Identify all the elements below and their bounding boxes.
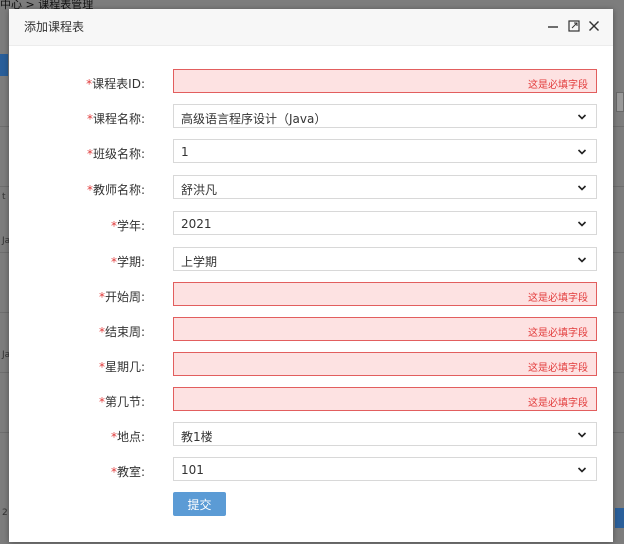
- row-schedule-id: *课程表ID: 这是必填字段: [9, 69, 613, 95]
- school-year-select[interactable]: 2021: [173, 211, 597, 235]
- row-period: *第几节: 这是必填字段: [9, 387, 613, 413]
- row-class-name: *班级名称: 1: [9, 139, 613, 165]
- error-message: 这是必填字段: [528, 398, 588, 409]
- field-label: *课程名称:: [86, 112, 145, 126]
- row-classroom: *教室: 101: [9, 457, 613, 483]
- selected-value: 舒洪凡: [181, 183, 218, 197]
- row-course-name: *课程名称: 高级语言程序设计（Java）: [9, 104, 613, 130]
- background-search-box: [616, 92, 624, 112]
- schedule-id-input[interactable]: 这是必填字段: [173, 69, 597, 93]
- dialog-header: 添加课程表: [9, 9, 613, 46]
- row-weekday: *星期几: 这是必填字段: [9, 352, 613, 378]
- classroom-select[interactable]: 101: [173, 457, 597, 481]
- field-label: *教室:: [110, 465, 145, 479]
- selected-value: 上学期: [181, 255, 218, 269]
- background-cell-text: t: [2, 192, 6, 202]
- selected-value: 高级语言程序设计（Java）: [181, 112, 327, 126]
- background-pager-button: [615, 508, 624, 528]
- error-message: 这是必填字段: [528, 363, 588, 374]
- course-name-select[interactable]: 高级语言程序设计（Java）: [173, 104, 597, 128]
- selected-value: 2021: [181, 217, 212, 231]
- chevron-down-icon: [577, 467, 587, 473]
- field-label: *地点:: [110, 430, 145, 444]
- background-divider: [613, 372, 624, 373]
- field-label: *学期:: [110, 255, 145, 269]
- field-label: *开始周:: [98, 290, 145, 304]
- chevron-down-icon: [577, 114, 587, 120]
- background-divider: [613, 186, 624, 187]
- class-name-select[interactable]: 1: [173, 139, 597, 163]
- weekday-input[interactable]: 这是必填字段: [173, 352, 597, 376]
- submit-button[interactable]: 提交: [173, 492, 226, 516]
- error-message: 这是必填字段: [528, 293, 588, 304]
- background-divider: [613, 252, 624, 253]
- chevron-down-icon: [577, 432, 587, 438]
- field-label: *星期几:: [98, 360, 145, 374]
- selected-value: 101: [181, 463, 204, 477]
- dialog-title: 添加课程表: [24, 20, 85, 34]
- close-icon[interactable]: [587, 19, 601, 33]
- field-label: *学年:: [110, 219, 145, 233]
- selected-value: 教1楼: [181, 430, 213, 444]
- chevron-down-icon: [577, 221, 587, 227]
- chevron-down-icon: [577, 149, 587, 155]
- row-school-year: *学年: 2021: [9, 211, 613, 237]
- chevron-down-icon: [577, 257, 587, 263]
- teacher-name-select[interactable]: 舒洪凡: [173, 175, 597, 199]
- row-semester: *学期: 上学期: [9, 247, 613, 273]
- field-label: *课程表ID:: [86, 77, 145, 91]
- maximize-icon[interactable]: [567, 19, 581, 33]
- field-label: *班级名称:: [86, 147, 145, 161]
- period-input[interactable]: 这是必填字段: [173, 387, 597, 411]
- row-teacher-name: *教师名称: 舒洪凡: [9, 175, 613, 201]
- row-end-week: *结束周: 这是必填字段: [9, 317, 613, 343]
- row-location: *地点: 教1楼: [9, 422, 613, 448]
- background-add-button: [0, 54, 8, 76]
- background-divider: [613, 126, 624, 127]
- minimize-icon[interactable]: [546, 19, 560, 33]
- location-select[interactable]: 教1楼: [173, 422, 597, 446]
- semester-select[interactable]: 上学期: [173, 247, 597, 271]
- add-schedule-dialog: 添加课程表 *课程表ID: 这是必填字段 *课程名称: 高级语言程序设计（Jav…: [9, 9, 613, 542]
- background-divider: [613, 432, 624, 433]
- field-label: *结束周:: [98, 325, 145, 339]
- background-divider: [613, 312, 624, 313]
- row-start-week: *开始周: 这是必填字段: [9, 282, 613, 308]
- field-label: *教师名称:: [86, 183, 145, 197]
- end-week-input[interactable]: 这是必填字段: [173, 317, 597, 341]
- chevron-down-icon: [577, 185, 587, 191]
- field-label: *第几节:: [98, 395, 145, 409]
- background-pager-text: 2: [2, 508, 8, 518]
- error-message: 这是必填字段: [528, 328, 588, 339]
- selected-value: 1: [181, 145, 189, 159]
- error-message: 这是必填字段: [528, 80, 588, 91]
- start-week-input[interactable]: 这是必填字段: [173, 282, 597, 306]
